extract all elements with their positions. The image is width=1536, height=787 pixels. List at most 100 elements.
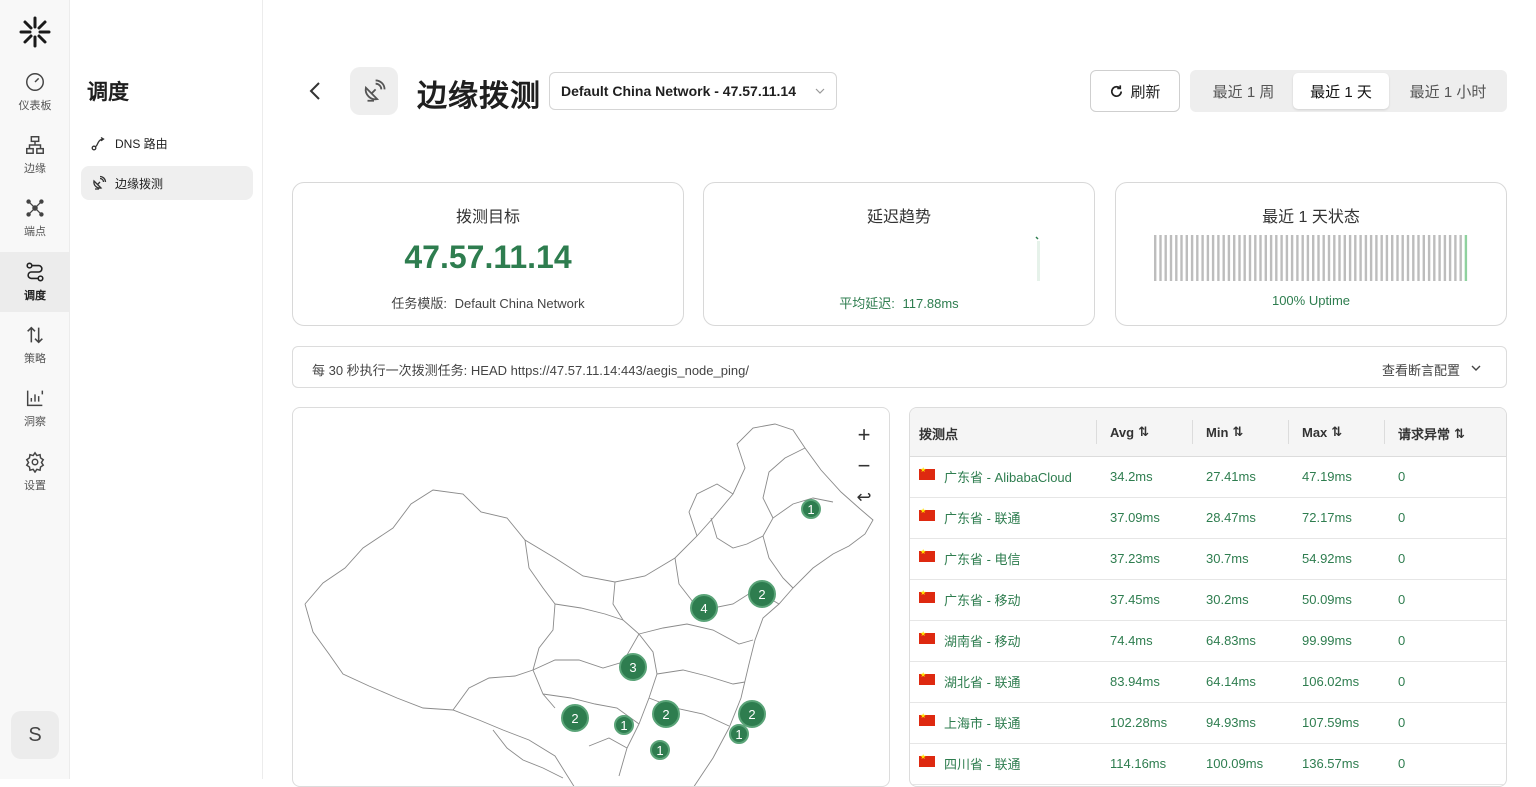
probe-location[interactable]: 湖南省 - 移动 bbox=[944, 631, 1021, 650]
table-row[interactable]: 湖南省 - 移动 74.4ms 64.83ms 99.99ms 0 bbox=[910, 621, 1506, 662]
column-label: 拨测点 bbox=[919, 427, 959, 442]
uptime-bar bbox=[1206, 235, 1210, 281]
logo-icon[interactable] bbox=[17, 14, 53, 50]
rail-item-insight[interactable]: 洞察 bbox=[0, 378, 70, 438]
column-header-errors[interactable]: 请求异常 ⇅ bbox=[1398, 424, 1465, 443]
column-header-min[interactable]: Min ⇅ bbox=[1206, 424, 1243, 440]
uptime-bar bbox=[1196, 235, 1199, 281]
uptime-bar bbox=[1412, 235, 1415, 281]
uptime-bar bbox=[1385, 235, 1389, 281]
range-option-week[interactable]: 最近 1 周 bbox=[1194, 73, 1293, 109]
probe-location[interactable]: 上海市 - 联通 bbox=[944, 713, 1021, 732]
refresh-button[interactable]: 刷新 bbox=[1090, 70, 1180, 112]
avg-latency: 102.28ms bbox=[1110, 715, 1168, 730]
probe-cluster[interactable]: 4 bbox=[690, 594, 718, 622]
uptime-bars bbox=[1154, 235, 1468, 281]
chevron-down-icon[interactable] bbox=[1470, 362, 1482, 374]
satellite-dish-icon bbox=[364, 79, 386, 102]
reset-view-button[interactable]: ↩ bbox=[849, 482, 879, 512]
sort-icon: ⇅ bbox=[1454, 425, 1465, 441]
min-latency: 100.09ms bbox=[1206, 756, 1264, 771]
uptime-bar bbox=[1301, 235, 1304, 281]
uptime-bar bbox=[1438, 235, 1441, 281]
min-latency: 94.93ms bbox=[1206, 715, 1256, 730]
table-row[interactable]: 湖北省 - 联通 83.94ms 64.14ms 106.02ms 0 bbox=[910, 662, 1506, 703]
rail-item-policy[interactable]: 策略 bbox=[0, 315, 70, 375]
max-latency: 54.92ms bbox=[1302, 551, 1352, 566]
column-header-max[interactable]: Max ⇅ bbox=[1302, 424, 1342, 440]
sidebar-item-label: 边缘拨测 bbox=[115, 176, 164, 191]
table-row[interactable]: 上海市 - 联通 102.28ms 94.93ms 107.59ms 0 bbox=[910, 703, 1506, 744]
error-count: 0 bbox=[1398, 510, 1406, 525]
probe-cluster[interactable]: 2 bbox=[652, 700, 680, 728]
latency-card: 延迟趋势 平均延迟: 117.88ms bbox=[703, 182, 1095, 326]
view-assertion-link[interactable]: 查看断言配置 bbox=[1382, 360, 1460, 379]
rail-item-scheduling[interactable]: 调度 bbox=[0, 252, 70, 312]
sidebar-item-edge-probe[interactable]: 边缘拨测 bbox=[81, 166, 253, 200]
min-latency: 30.2ms bbox=[1206, 592, 1249, 607]
probe-location[interactable]: 广东省 - 联通 bbox=[944, 508, 1021, 527]
table-header: 拨测点 Avg ⇅ Min ⇅ Max ⇅ 请求异常 ⇅ bbox=[910, 408, 1506, 457]
probe-results-table: 拨测点 Avg⇅ Min⇅ Max⇅ 请求异常⇅ 广东省 - AlibabaCl… bbox=[909, 407, 1507, 787]
table-row[interactable]: 广东省 - AlibabaCloud 34.2ms 27.41ms 47.19ms 0 bbox=[910, 457, 1506, 498]
avg-latency: 37.45ms bbox=[1110, 592, 1160, 607]
column-header-avg[interactable]: Avg ⇅ bbox=[1110, 424, 1149, 440]
uptime-bar bbox=[1333, 235, 1336, 281]
probe-location[interactable]: 广东省 - 电信 bbox=[944, 549, 1021, 568]
table-row[interactable]: 广东省 - 移动 37.45ms 30.2ms 50.09ms 0 bbox=[910, 580, 1506, 621]
table-row[interactable]: 广东省 - 电信 37.23ms 30.7ms 54.92ms 0 bbox=[910, 539, 1506, 580]
uptime-bar bbox=[1254, 235, 1257, 281]
uptime-bar bbox=[1180, 235, 1183, 281]
avg-latency: 34.2ms bbox=[1110, 469, 1153, 484]
task-select[interactable]: Default China Network - 47.57.11.14 bbox=[549, 72, 837, 110]
rail-item-label: 设置 bbox=[24, 480, 46, 492]
error-count: 0 bbox=[1398, 551, 1406, 566]
back-chevron-icon[interactable] bbox=[304, 79, 328, 103]
uptime-bar bbox=[1375, 235, 1378, 281]
range-option-day[interactable]: 最近 1 天 bbox=[1293, 73, 1389, 109]
avatar[interactable]: S bbox=[11, 711, 59, 759]
template-line: 任务模版: Default China Network bbox=[293, 293, 683, 312]
probe-map[interactable]: + − ↩ 1 4 2 3 2 1 2 2 1 1 bbox=[292, 407, 890, 787]
avg-latency: 74.4ms bbox=[1110, 633, 1153, 648]
max-latency: 47.19ms bbox=[1302, 469, 1352, 484]
uptime-bar bbox=[1296, 235, 1299, 281]
uptime-bar bbox=[1275, 235, 1278, 281]
template-label: 任务模版: bbox=[391, 296, 447, 311]
column-divider bbox=[1192, 420, 1193, 444]
sidebar-item-dns-routing[interactable]: DNS 路由 bbox=[81, 126, 253, 160]
card-title: 最近 1 天状态 bbox=[1262, 209, 1360, 226]
probe-cluster[interactable]: 3 bbox=[619, 653, 647, 681]
zoom-out-button[interactable]: − bbox=[849, 451, 879, 481]
error-count: 0 bbox=[1398, 715, 1406, 730]
probe-cluster[interactable]: 1 bbox=[650, 740, 670, 760]
probe-cluster[interactable]: 1 bbox=[729, 724, 749, 744]
zoom-in-button[interactable]: + bbox=[849, 420, 879, 450]
probe-cluster[interactable]: 1 bbox=[801, 499, 821, 519]
avg-latency-label: 平均延迟: bbox=[839, 296, 895, 311]
network-icon bbox=[26, 136, 44, 154]
probe-cluster[interactable]: 1 bbox=[614, 715, 634, 735]
rail-item-label: 仪表板 bbox=[18, 100, 52, 112]
uptime-bar bbox=[1464, 235, 1468, 281]
rail-item-edge[interactable]: 边缘 bbox=[0, 125, 70, 185]
table-row[interactable]: 广东省 - 联通 37.09ms 28.47ms 72.17ms 0 bbox=[910, 498, 1506, 539]
probe-location[interactable]: 湖北省 - 联通 bbox=[944, 672, 1021, 691]
probe-location[interactable]: 四川省 - 联通 bbox=[944, 754, 1021, 773]
rail-item-endpoints[interactable]: 端点 bbox=[0, 188, 70, 248]
range-option-hour[interactable]: 最近 1 小时 bbox=[1392, 73, 1504, 109]
probe-cluster[interactable]: 2 bbox=[561, 704, 589, 732]
uptime-bar bbox=[1306, 235, 1310, 281]
uptime-bar bbox=[1211, 235, 1215, 281]
rail-item-dashboard[interactable]: 仪表板 bbox=[0, 62, 70, 122]
probe-location[interactable]: 广东省 - 移动 bbox=[944, 590, 1021, 609]
column-header-probe[interactable]: 拨测点 bbox=[919, 424, 958, 443]
error-count: 0 bbox=[1398, 674, 1406, 689]
probe-cluster[interactable]: 2 bbox=[748, 580, 776, 608]
task-select-value: Default China Network - 47.57.11.14 bbox=[561, 83, 796, 99]
china-flag-icon bbox=[919, 548, 935, 562]
max-latency: 136.57ms bbox=[1302, 756, 1360, 771]
rail-item-settings[interactable]: 设置 bbox=[0, 442, 70, 502]
probe-location[interactable]: 广东省 - AlibabaCloud bbox=[944, 467, 1072, 486]
chevron-down-icon bbox=[815, 88, 825, 94]
